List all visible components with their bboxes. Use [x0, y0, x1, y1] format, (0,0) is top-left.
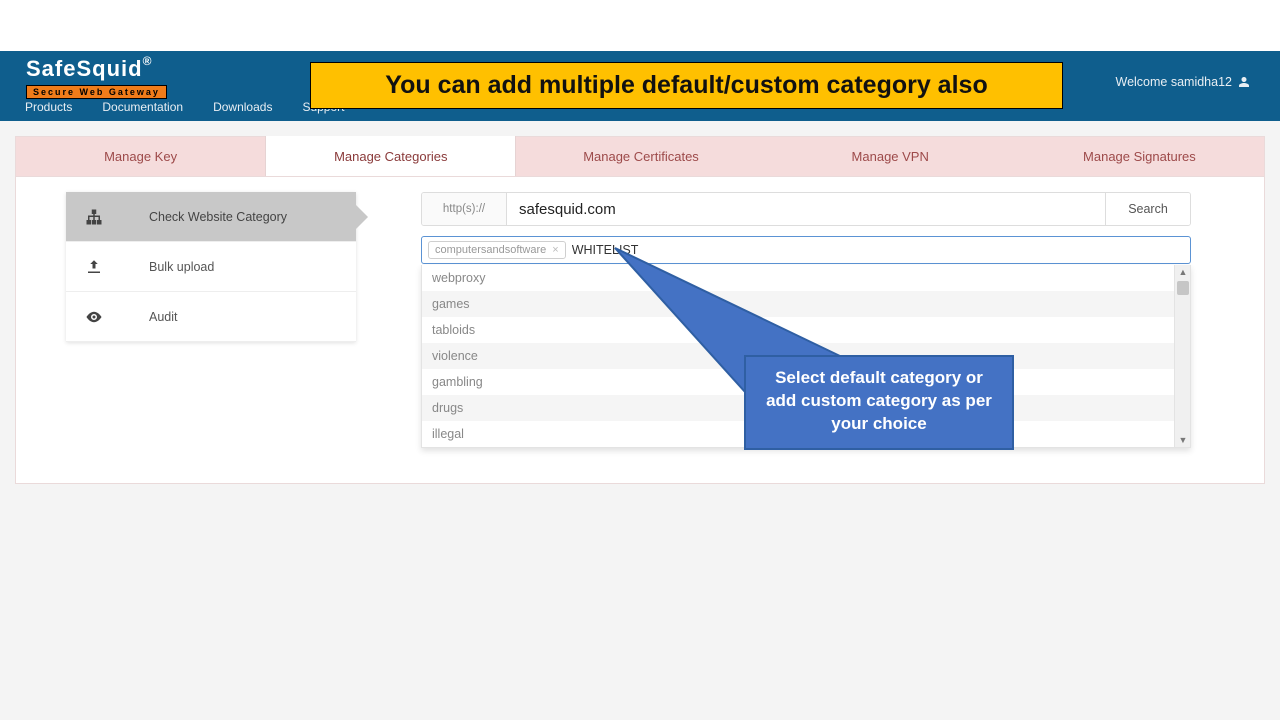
- brand-name: SafeSquid: [26, 56, 143, 81]
- nav-downloads[interactable]: Downloads: [213, 100, 272, 114]
- callout-box: Select default category or add custom ca…: [744, 355, 1014, 450]
- tabs-strip: Manage Key Manage Categories Manage Cert…: [15, 136, 1265, 176]
- tab-manage-signatures[interactable]: Manage Signatures: [1015, 137, 1264, 176]
- sidenav-label: Bulk upload: [149, 260, 214, 274]
- top-whitespace: [0, 0, 1280, 51]
- tab-manage-key[interactable]: Manage Key: [16, 137, 265, 176]
- url-protocol-label: http(s)://: [422, 193, 507, 225]
- selected-category-tag: computersandsoftware ×: [428, 241, 566, 259]
- tab-manage-vpn[interactable]: Manage VPN: [766, 137, 1015, 176]
- sitemap-icon: [84, 208, 104, 226]
- upload-icon: [84, 258, 104, 276]
- sidenav-label: Check Website Category: [149, 210, 287, 224]
- remove-tag-icon[interactable]: ×: [552, 244, 558, 256]
- url-input[interactable]: [507, 193, 1105, 225]
- url-search-row: http(s):// Search: [421, 192, 1191, 226]
- tag-label: computersandsoftware: [435, 244, 546, 256]
- nav-products[interactable]: Products: [25, 100, 72, 114]
- primary-nav: Products Documentation Downloads Support: [25, 100, 344, 114]
- user-icon: [1238, 76, 1250, 88]
- sidenav-label: Audit: [149, 310, 178, 324]
- scroll-up-icon[interactable]: ▲: [1175, 265, 1191, 279]
- instruction-banner: You can add multiple default/custom cate…: [310, 62, 1063, 109]
- side-nav: Check Website Category Bulk upload Audit: [66, 192, 356, 342]
- registered-symbol: ®: [143, 54, 153, 68]
- scroll-down-icon[interactable]: ▼: [1175, 433, 1191, 447]
- nav-documentation[interactable]: Documentation: [102, 100, 183, 114]
- brand-tagline: Secure Web Gateway: [26, 85, 167, 99]
- eye-icon: [84, 308, 104, 326]
- sidenav-check-website-category[interactable]: Check Website Category: [66, 192, 356, 242]
- search-button[interactable]: Search: [1105, 193, 1190, 225]
- dropdown-scrollbar[interactable]: ▲ ▼: [1174, 265, 1190, 447]
- brand-logo-text: SafeSquid®: [26, 56, 167, 82]
- tab-manage-categories[interactable]: Manage Categories: [265, 136, 516, 176]
- sidenav-audit[interactable]: Audit: [66, 292, 356, 342]
- tab-manage-certificates[interactable]: Manage Certificates: [516, 137, 765, 176]
- sidenav-bulk-upload[interactable]: Bulk upload: [66, 242, 356, 292]
- welcome-text: Welcome samidha12: [1116, 75, 1233, 89]
- scroll-thumb[interactable]: [1177, 281, 1189, 295]
- brand-logo: SafeSquid® Secure Web Gateway: [26, 56, 167, 100]
- user-welcome[interactable]: Welcome samidha12: [1116, 75, 1251, 89]
